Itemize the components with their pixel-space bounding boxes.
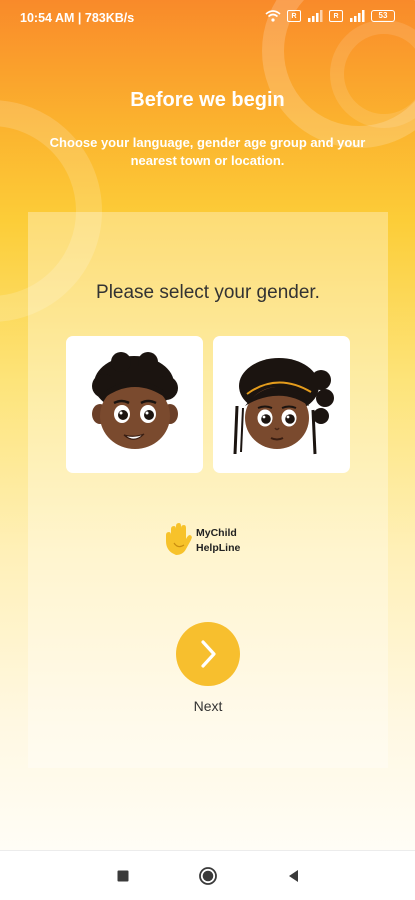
wifi-icon [265, 10, 281, 22]
system-nav-bar [0, 850, 415, 900]
status-bar: 10:54 AM | 783KB/s R R 53 [0, 0, 415, 36]
sim-card-icon: R [329, 10, 343, 22]
hand-icon [166, 523, 192, 555]
logo-text: MyChild HelpLine [196, 526, 240, 556]
boy-avatar-icon [92, 352, 178, 449]
signal-icon [308, 10, 323, 22]
mychild-helpline-logo: MyChild HelpLine [164, 520, 264, 560]
signal-icon [350, 10, 365, 22]
square-icon[interactable] [113, 866, 133, 886]
next-button[interactable] [176, 622, 240, 686]
page-title: Before we begin [130, 89, 285, 111]
gender-prompt: Please select your gender. [96, 282, 320, 303]
status-icons: R R 53 [265, 10, 395, 22]
screen-background: 10:54 AM | 783KB/s R R 53 Before we begi… [0, 0, 415, 850]
chevron-right-icon [201, 640, 216, 668]
logo-line-1: MyChild [196, 527, 237, 539]
page-subtitle: Choose your language, gender age group a… [49, 135, 366, 168]
status-time: 10:54 AM | 783KB/s [20, 11, 135, 25]
battery-icon: 53 [371, 10, 395, 22]
logo-line-2: HelpLine [196, 542, 241, 554]
triangle-back-icon[interactable] [284, 866, 304, 886]
gender-option-boy[interactable] [66, 336, 203, 473]
sim-card-icon: R [287, 10, 301, 22]
next-label: Next [193, 698, 223, 714]
girl-avatar-icon [233, 358, 334, 455]
circle-icon[interactable] [198, 866, 218, 886]
gender-option-girl[interactable] [213, 336, 350, 473]
gender-card: Please select your gender. MyChild HelpL… [28, 212, 388, 768]
